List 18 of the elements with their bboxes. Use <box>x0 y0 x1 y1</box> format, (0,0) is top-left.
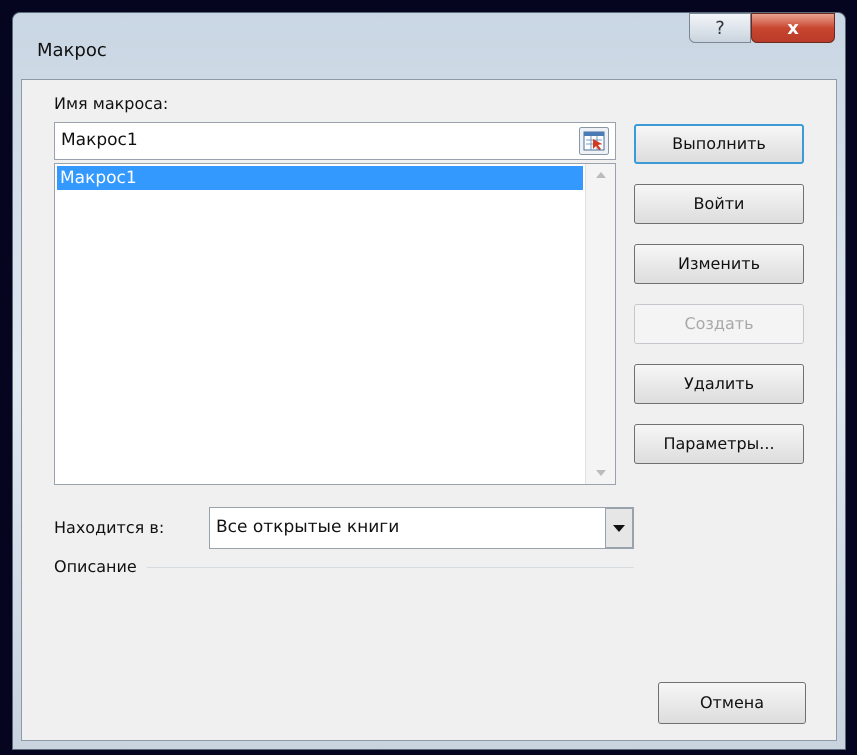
close-button[interactable]: x <box>751 13 835 43</box>
window-title: Макрос <box>37 39 107 63</box>
dialog-button[interactable]: Изменить <box>634 244 804 284</box>
dialog-button[interactable]: Удалить <box>634 364 804 404</box>
location-label: Находится в: <box>54 517 166 539</box>
macro-name-label: Имя макроса: <box>54 93 170 115</box>
cancel-button[interactable]: Отмена <box>658 682 806 724</box>
dialog-button[interactable]: Войти <box>634 184 804 224</box>
location-dropdown[interactable]: Все открытые книги <box>209 507 634 549</box>
help-button[interactable]: ? <box>689 13 751 43</box>
dialog-button[interactable]: Выполнить <box>634 124 804 164</box>
description-label: Описание <box>54 556 137 578</box>
collapse-dialog-icon[interactable] <box>579 127 609 155</box>
scroll-up-icon[interactable] <box>596 172 606 178</box>
scroll-down-icon[interactable] <box>596 470 606 476</box>
dialog-button[interactable]: Параметры... <box>634 424 804 464</box>
scrollbar[interactable] <box>585 164 615 484</box>
macro-name-field[interactable]: Макрос1 <box>54 122 616 160</box>
